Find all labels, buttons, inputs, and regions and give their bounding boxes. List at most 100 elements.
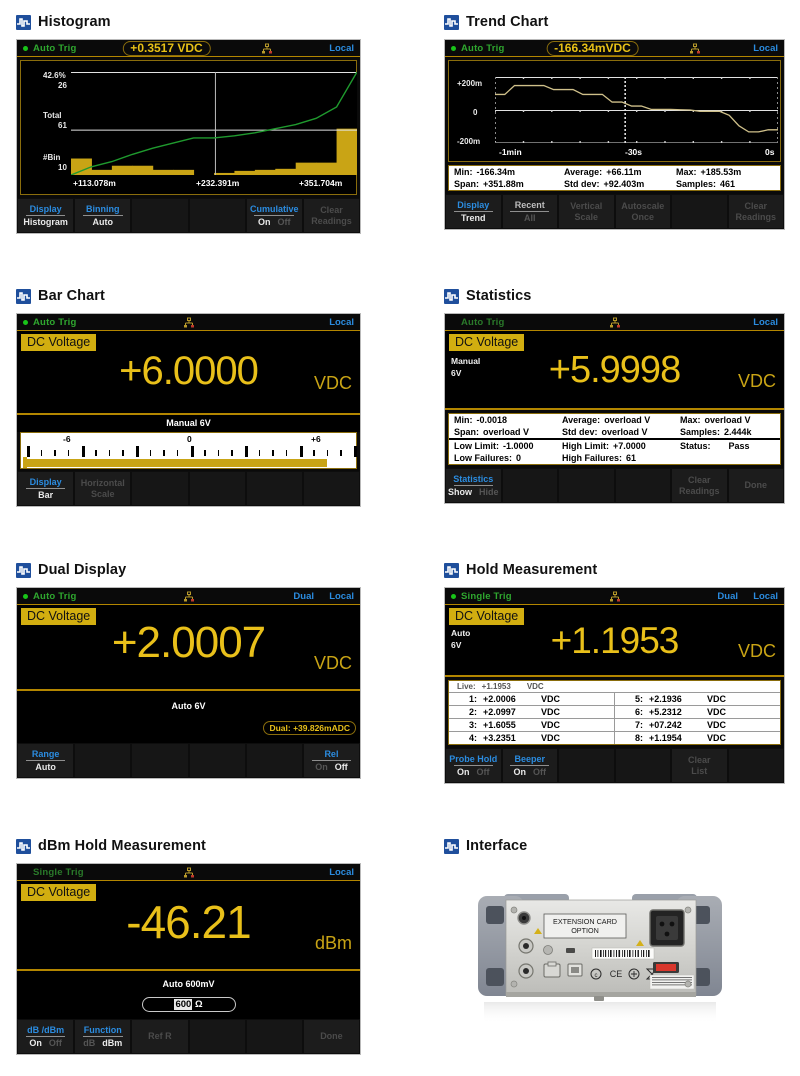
waveform-icon [16,838,31,854]
measurement-mode-badge[interactable]: DC Voltage [21,884,97,901]
softkey-done[interactable]: Done [303,1020,360,1053]
stats-row: Min: -0.0018 Average: overload V Max: overl… [449,414,780,426]
softkey-display[interactable]: Display Bar [18,472,74,505]
list-item[interactable]: 6: +5.2312 VDC [615,705,780,718]
softkey-blank-1[interactable] [559,749,614,782]
softkey-label: Recent [514,200,545,210]
softkey-blank-2[interactable] [559,469,614,502]
panel-statistics: Statistics Auto Trig Local DC Voltage Ma… [444,288,785,504]
softkey-recent[interactable]: Recent All [502,195,557,228]
stat-samples: Samples: 2.444k [680,427,752,437]
reference-resistance-input[interactable]: 600 Ω [141,997,236,1012]
trend-tick [777,110,778,112]
softkey-clear-readings[interactable]: Clear Readings [672,469,727,502]
softkey-clear-readings[interactable]: Clear Readings [728,195,783,228]
toggle-on: On [258,217,271,227]
softkey-display[interactable]: Display Histogram [18,199,74,232]
toggle-on: On [29,1038,42,1048]
softkey-rel[interactable]: Rel On Off [303,744,360,777]
trigger-indicator-dot [451,45,456,51]
trend-tick [664,110,666,112]
softkey-cumulative[interactable]: Cumulative On Off [246,199,302,232]
panel-bar-chart: Bar Chart Auto Trig Local DC Voltage +6.… [16,288,361,507]
range-label: Auto 6V [171,701,206,711]
softkey-vertical-scale[interactable]: Vertical Scale [559,195,614,228]
softkey-autoscale-once[interactable]: Autoscale Once [615,195,670,228]
softkey-blank-1[interactable] [132,199,188,232]
list-item[interactable]: 7: +07.242 VDC [615,718,780,731]
softkey-function[interactable]: Function dB dBm [75,1020,131,1053]
list-item[interactable]: 3: +1.6055 VDC [449,718,614,731]
softkey-blank-3[interactable] [728,749,783,782]
softkey-blank-1[interactable] [132,472,188,505]
statistics-table: Min: -0.0018 Average: overload V Max: overl… [448,413,781,465]
network-icon [261,42,273,60]
histogram-plot-area [71,72,357,175]
divider [82,1036,123,1037]
bar-meter-minor-tick [149,450,152,456]
panel-hold-measurement: Hold Measurement Single Trig Dual Local … [444,562,785,784]
softkey-blank-2[interactable] [189,472,245,505]
panel-dual-display: Dual Display Auto Trig Dual Local DC Vol… [16,562,361,779]
trend-tick [749,77,751,79]
softkey-ref-r[interactable]: Ref R [132,1020,188,1053]
softkey-value: All [523,213,536,223]
extension-card-label-line2: OPTION [571,926,599,935]
softkey-blank-1[interactable] [502,469,557,502]
hold-reading-list: Live: +1.1953 VDC 1: +2.0006 VDC 2: +2.0997… [448,680,781,745]
live-reading-row: Live: +1.1953 VDC [449,681,780,692]
dual-secondary-area: Auto 6V Dual: +39.826mADC [17,691,360,743]
softkey-horizontal-scale[interactable]: Horizontal Scale [75,472,131,505]
softkey-blank-2[interactable] [189,199,245,232]
softkey-blank-2[interactable] [246,1020,302,1053]
stat-span: Span: overload V [454,427,530,437]
softkey-display[interactable]: Display Trend [446,195,501,228]
panel-title: Histogram [38,14,111,30]
softkey-range[interactable]: Range Auto [18,744,74,777]
softkey-blank-1[interactable] [189,1020,245,1053]
softkey-blank-1[interactable] [672,195,727,228]
softkey-label: Clear Readings [678,474,720,496]
softkey-clear-readings[interactable]: Clear Readings [303,199,360,232]
softkey-probe-hold[interactable]: Probe Hold On Off [446,749,501,782]
softkey-blank-4[interactable] [246,744,302,777]
trend-tick [551,110,553,112]
list-item[interactable]: 1: +2.0006 VDC [449,692,614,705]
softkey-blank-3[interactable] [246,472,302,505]
divider [82,215,123,216]
panel-title: Interface [466,838,528,854]
softkey-blank-1[interactable] [75,744,131,777]
bar-meter-minor-tick [163,450,165,456]
softkey-binning[interactable]: Binning Auto [75,199,131,232]
softkey-beeper[interactable]: Beeper On Off [502,749,557,782]
softkey-label: Binning [86,204,120,214]
svg-text:c: c [595,973,598,979]
list-item[interactable]: 5: +2.1936 VDC [615,692,780,705]
softkey-done[interactable]: Done [728,469,783,502]
hold-list-column-left: 1: +2.0006 VDC 2: +2.0997 VDC 3: +1.6055 VDC 4… [449,692,615,744]
list-item[interactable]: 4: +3.2351 VDC [449,731,614,744]
bar-meter-minor-tick [108,450,111,456]
primary-reading: -46.21 [126,896,251,948]
trend-tick [664,141,666,143]
divider [25,488,66,489]
softkey-blank-4[interactable] [303,472,360,505]
softkey-label: Done [320,1031,343,1041]
softkey-clear-list[interactable]: Clear List [672,749,727,782]
softkey-label: Done [744,480,768,490]
softkey-blank-2[interactable] [615,749,670,782]
softkey-blank-3[interactable] [189,744,245,777]
softkey-statistics[interactable]: Statistics Show Hide [446,469,501,502]
trend-tick [749,141,751,143]
softkey-db-dbm[interactable]: dB /dBm On Off [18,1020,74,1053]
local-label: Local [753,590,778,602]
list-item[interactable]: 8: +1.1954 VDC [615,731,780,744]
trigger-mode-label: Auto Trig [33,316,77,328]
local-label: Local [329,866,354,878]
primary-unit: VDC [313,653,352,673]
bar-meter-minor-tick [54,450,56,456]
softkey-blank-2[interactable] [132,744,188,777]
list-item[interactable]: 2: +2.0997 VDC [449,705,614,718]
toggle-off: Off [277,217,291,227]
softkey-blank-3[interactable] [615,469,670,502]
